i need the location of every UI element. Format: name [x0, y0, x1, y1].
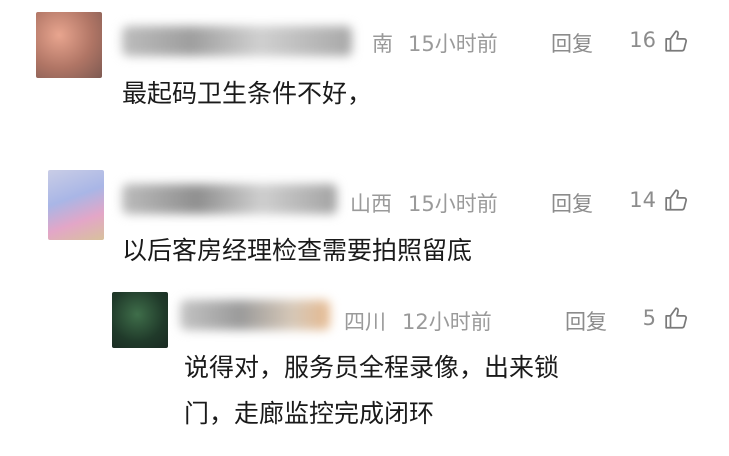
thumbs-up-icon[interactable] [664, 187, 690, 213]
comment-location: 南 [372, 32, 393, 56]
thumbs-up-icon[interactable] [664, 28, 690, 54]
reply-time: 12小时前 [402, 310, 492, 334]
username-blurred[interactable] [180, 300, 330, 330]
reply-button[interactable]: 回复 [565, 306, 607, 336]
reply-location: 四川 [344, 310, 386, 334]
comment-text: 以后客房经理检查需要拍照留底 [122, 236, 473, 265]
comment-time: 15小时前 [408, 192, 498, 216]
reply-button[interactable]: 回复 [551, 28, 593, 58]
avatar[interactable] [48, 170, 104, 240]
username-blurred[interactable] [122, 26, 352, 56]
comment-location: 山西 [350, 192, 392, 216]
comment-time: 15小时前 [408, 32, 498, 56]
username-blurred[interactable] [122, 184, 337, 214]
like-count: 14 [629, 188, 656, 212]
reply-text-line: 说得对，服务员全程录像，出来锁 [184, 353, 560, 382]
comment-text: 最起码卫生条件不好， [122, 79, 373, 108]
avatar[interactable] [112, 292, 168, 348]
reply-button[interactable]: 回复 [551, 188, 593, 218]
like-count: 5 [642, 306, 656, 330]
reply-text-line: 门，走廊监控完成闭环 [184, 399, 435, 428]
thumbs-up-icon[interactable] [664, 305, 690, 331]
like-count: 16 [629, 28, 656, 52]
avatar[interactable] [36, 12, 102, 78]
